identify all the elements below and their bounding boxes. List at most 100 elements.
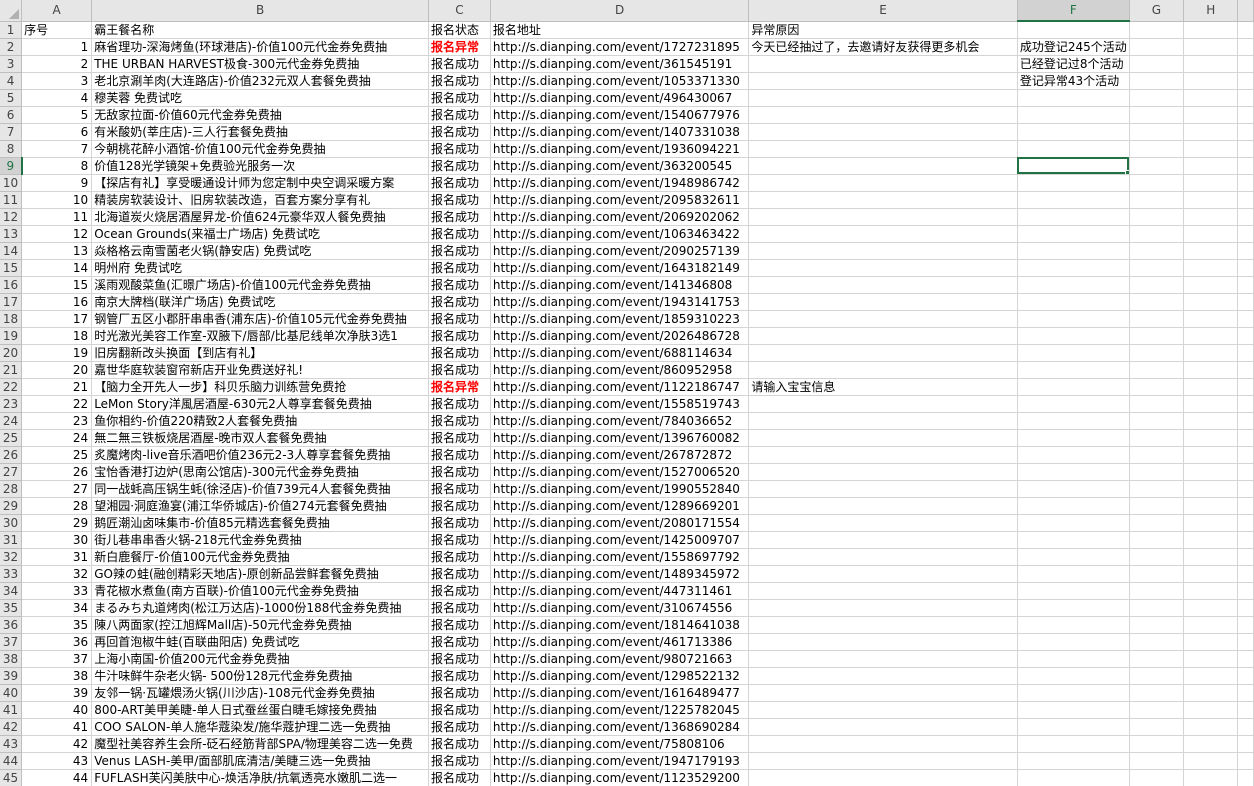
cell-b9[interactable]: 价值128光学镜架+免费验光服务一次 [91,157,430,175]
cell-b35[interactable]: まるみち丸道烤肉(松江万达店)-1000份188代金券免费抽 [91,599,430,617]
cell-g28[interactable] [1129,480,1185,498]
cell-b21[interactable]: 嘉世华庭软装窗帘新店开业免费送好礼! [91,361,430,379]
row-header[interactable]: 7 [0,123,23,141]
cell-g1[interactable] [1129,21,1185,39]
cell-d21[interactable]: http://s.dianping.com/event/860952958 [490,361,750,379]
cell-c38[interactable]: 报名成功 [428,650,491,668]
cell-f6[interactable] [1017,106,1130,124]
cell-d29[interactable]: http://s.dianping.com/event/1289669201 [490,497,750,515]
cell-e21[interactable] [748,361,1018,379]
row-header[interactable]: 11 [0,191,23,209]
cell-b43[interactable]: 魔型社美容养生会所-砭石经筋背部SPA/物理美容二选一免费 [91,735,430,753]
cell-g8[interactable] [1129,140,1185,158]
cell-e11[interactable] [748,191,1018,209]
cell-c3[interactable]: 报名成功 [428,55,491,73]
cell-g38[interactable] [1129,650,1185,668]
cell-b34[interactable]: 青花椒水煮鱼(南方百联)-价值100元代金券免费抽 [91,582,430,600]
row-header[interactable]: 12 [0,208,23,226]
cell-d34[interactable]: http://s.dianping.com/event/447311461 [490,582,750,600]
cell-e1[interactable]: 异常原因 [748,21,1018,39]
cell-f29[interactable] [1017,497,1130,515]
cell-d40[interactable]: http://s.dianping.com/event/1616489477 [490,684,750,702]
cell-a20[interactable]: 19 [21,344,93,362]
row-header[interactable]: 26 [0,446,23,464]
row-header[interactable]: 27 [0,463,23,481]
cell-c6[interactable]: 报名成功 [428,106,491,124]
cell-f11[interactable] [1017,191,1130,209]
cell-a14[interactable]: 13 [21,242,93,260]
cell-d23[interactable]: http://s.dianping.com/event/1558519743 [490,395,750,413]
cell-e33[interactable] [748,565,1018,583]
cell-b10[interactable]: 【探店有礼】享受暖通设计师为您定制中央空调采暖方案 [91,174,430,192]
cell-a2[interactable]: 1 [21,38,93,56]
cell-f33[interactable] [1017,565,1130,583]
cell-h14[interactable] [1183,242,1239,260]
cell-c20[interactable]: 报名成功 [428,344,491,362]
cell-f42[interactable] [1017,718,1130,736]
cell-g40[interactable] [1129,684,1185,702]
column-header-f[interactable]: F [1017,0,1130,22]
cell-h1[interactable] [1183,21,1239,39]
row-header[interactable]: 22 [0,378,23,396]
cell-h21[interactable] [1183,361,1239,379]
cell-c2[interactable]: 报名异常 [428,38,491,56]
cell-f5[interactable] [1017,89,1130,107]
row-header[interactable]: 5 [0,89,23,107]
cell-h17[interactable] [1183,293,1239,311]
cell-d9[interactable]: http://s.dianping.com/event/363200545 [490,157,750,175]
cell-g33[interactable] [1129,565,1185,583]
cell-b20[interactable]: 旧房翻新改头换面【到店有礼】 [91,344,430,362]
cell-d30[interactable]: http://s.dianping.com/event/2080171554 [490,514,750,532]
cell-f13[interactable] [1017,225,1130,243]
cell-e12[interactable] [748,208,1018,226]
cell-a21[interactable]: 20 [21,361,93,379]
cell-d42[interactable]: http://s.dianping.com/event/1368690284 [490,718,750,736]
cell-d10[interactable]: http://s.dianping.com/event/1948986742 [490,174,750,192]
cell-e45[interactable] [748,769,1018,786]
cell-h6[interactable] [1183,106,1239,124]
cell-h12[interactable] [1183,208,1239,226]
cell-e44[interactable] [748,752,1018,770]
cell-e5[interactable] [748,89,1018,107]
cell-c44[interactable]: 报名成功 [428,752,491,770]
cell-h10[interactable] [1183,174,1239,192]
cell-a43[interactable]: 42 [21,735,93,753]
cell-e30[interactable] [748,514,1018,532]
cell-g3[interactable] [1129,55,1185,73]
cell-g9[interactable] [1129,157,1185,175]
cell-b22[interactable]: 【脑力全开先人一步】科贝乐脑力训练营免费抢 [91,378,430,396]
cell-b25[interactable]: 無二無三铁板烧居酒屋-晚市双人套餐免费抽 [91,429,430,447]
cell-d25[interactable]: http://s.dianping.com/event/1396760082 [490,429,750,447]
row-header[interactable]: 4 [0,72,23,90]
cell-e19[interactable] [748,327,1018,345]
cell-h27[interactable] [1183,463,1239,481]
row-header[interactable]: 29 [0,497,23,515]
cell-c8[interactable]: 报名成功 [428,140,491,158]
cell-a39[interactable]: 38 [21,667,93,685]
row-header[interactable]: 37 [0,633,23,651]
cell-f40[interactable] [1017,684,1130,702]
cell-h39[interactable] [1183,667,1239,685]
row-header[interactable]: 9 [0,157,23,175]
cell-a5[interactable]: 4 [21,89,93,107]
cell-f24[interactable] [1017,412,1130,430]
cell-a32[interactable]: 31 [21,548,93,566]
cell-c42[interactable]: 报名成功 [428,718,491,736]
cell-g36[interactable] [1129,616,1185,634]
row-header[interactable]: 23 [0,395,23,413]
cell-a35[interactable]: 34 [21,599,93,617]
cell-h16[interactable] [1183,276,1239,294]
cell-c33[interactable]: 报名成功 [428,565,491,583]
column-header-a[interactable]: A [21,0,93,22]
cell-d33[interactable]: http://s.dianping.com/event/1489345972 [490,565,750,583]
cell-h41[interactable] [1183,701,1239,719]
cell-a42[interactable]: 41 [21,718,93,736]
cell-c5[interactable]: 报名成功 [428,89,491,107]
cell-b40[interactable]: 友邻一锅·瓦罐煨汤火锅(川沙店)-108元代金券免费抽 [91,684,430,702]
cell-c37[interactable]: 报名成功 [428,633,491,651]
cell-f31[interactable] [1017,531,1130,549]
cell-e15[interactable] [748,259,1018,277]
cell-c18[interactable]: 报名成功 [428,310,491,328]
cell-d41[interactable]: http://s.dianping.com/event/1225782045 [490,701,750,719]
cell-e14[interactable] [748,242,1018,260]
